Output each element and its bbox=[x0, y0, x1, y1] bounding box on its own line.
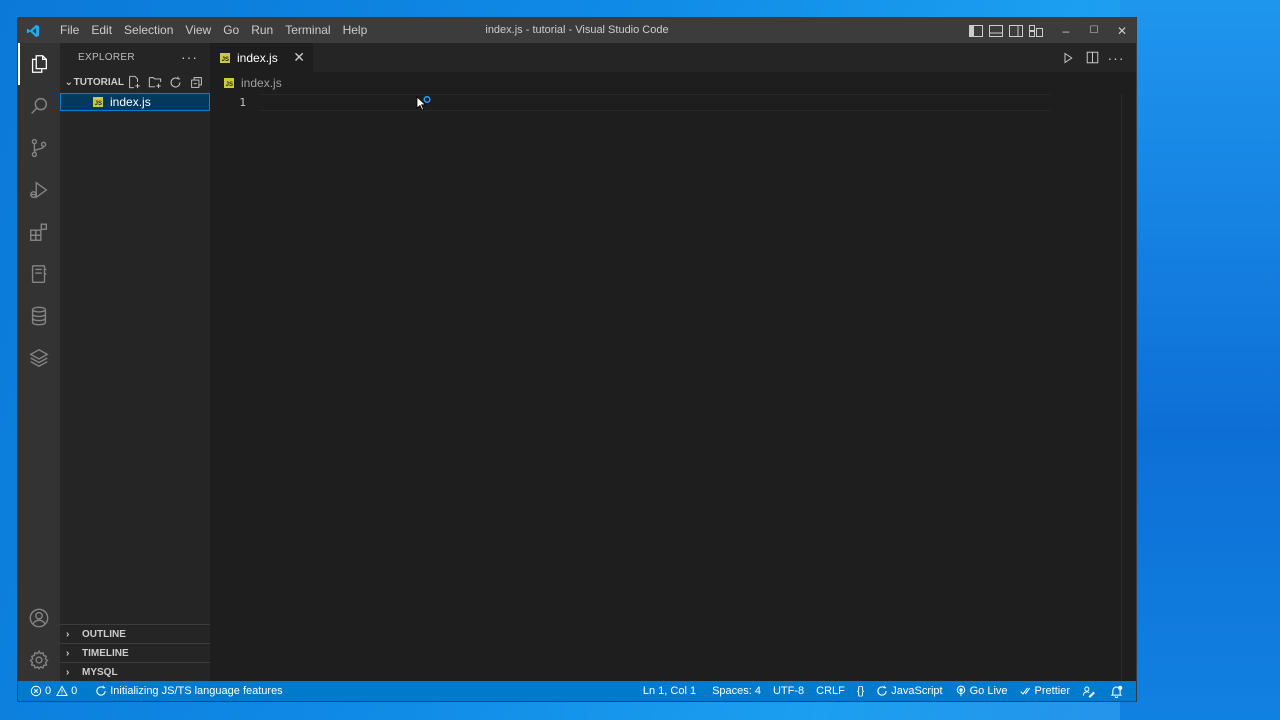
menu-run[interactable]: Run bbox=[245, 18, 279, 43]
explorer-header: EXPLORER ··· bbox=[60, 43, 210, 71]
menu-help[interactable]: Help bbox=[337, 18, 374, 43]
new-folder-icon[interactable] bbox=[145, 73, 164, 92]
chevron-right-icon: › bbox=[66, 666, 70, 678]
cursor-position[interactable]: Ln 1, Col 1 bbox=[637, 681, 702, 701]
desktop-background bbox=[1120, 0, 1280, 720]
vscode-logo-icon[interactable] bbox=[18, 18, 48, 43]
file-name: index.js bbox=[110, 95, 151, 109]
tab-label: index.js bbox=[237, 50, 278, 65]
js-file-icon: JS bbox=[220, 52, 230, 63]
js-file-icon: JS bbox=[93, 97, 103, 107]
menu-bar: File Edit Selection View Go Run Terminal… bbox=[54, 18, 373, 43]
breadcrumb-file[interactable]: index.js bbox=[241, 76, 282, 90]
minimize-button[interactable]: – bbox=[1052, 18, 1080, 43]
timeline-section[interactable]: › TIMELINE bbox=[60, 643, 210, 662]
customize-layout-icon[interactable] bbox=[1026, 18, 1046, 43]
menu-terminal[interactable]: Terminal bbox=[279, 18, 336, 43]
progress-text: Initializing JS/TS language features bbox=[110, 685, 283, 697]
menu-edit[interactable]: Edit bbox=[85, 18, 118, 43]
tab-bar: JS index.js ✕ ··· bbox=[210, 43, 1136, 72]
language-label: JavaScript bbox=[891, 685, 943, 697]
editor-group: JS index.js ✕ ··· JS index.js 1 bbox=[210, 43, 1136, 681]
chevron-right-icon: › bbox=[66, 647, 70, 659]
feedback-icon[interactable] bbox=[1076, 681, 1104, 701]
new-file-icon[interactable] bbox=[124, 73, 143, 92]
tab-index-js[interactable]: JS index.js ✕ bbox=[210, 43, 313, 72]
notifications-icon[interactable] bbox=[1104, 681, 1136, 701]
folder-tutorial[interactable]: ⌄ TUTORIAL bbox=[60, 71, 210, 93]
collapse-all-icon[interactable] bbox=[187, 73, 206, 92]
line-number: 1 bbox=[239, 96, 246, 109]
code-line: 1 bbox=[210, 94, 1136, 111]
mouse-cursor-busy-icon bbox=[416, 95, 432, 115]
search-icon[interactable] bbox=[18, 85, 60, 127]
status-bar: 0 0 Initializing JS/TS language features… bbox=[18, 681, 1136, 701]
vscode-window: File Edit Selection View Go Run Terminal… bbox=[17, 17, 1137, 702]
menu-selection[interactable]: Selection bbox=[118, 18, 179, 43]
mysql-label: MYSQL bbox=[82, 666, 118, 678]
run-code-icon[interactable] bbox=[1058, 48, 1078, 68]
file-tree-item[interactable]: JS index.js bbox=[60, 93, 210, 111]
explorer-sidebar: EXPLORER ··· ⌄ TUTORIAL JS index.js › OU… bbox=[60, 43, 210, 681]
toggle-primary-sidebar-icon[interactable] bbox=[966, 18, 986, 43]
outline-label: OUTLINE bbox=[82, 628, 126, 640]
refresh-icon[interactable] bbox=[166, 73, 185, 92]
settings-gear-icon[interactable] bbox=[18, 639, 60, 681]
line-ending[interactable]: CRLF bbox=[810, 681, 851, 701]
close-tab-icon[interactable]: ✕ bbox=[293, 49, 305, 66]
breadcrumb: JS index.js bbox=[210, 72, 1136, 94]
chevron-right-icon: › bbox=[66, 628, 70, 640]
warning-count: 0 bbox=[71, 685, 78, 697]
mysql-section[interactable]: › MYSQL bbox=[60, 662, 210, 681]
menu-go[interactable]: Go bbox=[217, 18, 245, 43]
run-debug-icon[interactable] bbox=[18, 169, 60, 211]
notebook-icon[interactable] bbox=[18, 253, 60, 295]
prettier-status[interactable]: Prettier bbox=[1014, 681, 1076, 701]
code-editor[interactable]: 1 bbox=[210, 94, 1136, 681]
database-icon[interactable] bbox=[18, 295, 60, 337]
sync-icon bbox=[877, 685, 887, 696]
encoding[interactable]: UTF-8 bbox=[767, 681, 810, 701]
menu-view[interactable]: View bbox=[179, 18, 217, 43]
menu-file[interactable]: File bbox=[54, 18, 85, 43]
explorer-title: EXPLORER bbox=[78, 51, 135, 63]
error-icon bbox=[30, 685, 42, 697]
maximize-button[interactable]: ☐ bbox=[1080, 18, 1108, 43]
title-bar: File Edit Selection View Go Run Terminal… bbox=[18, 18, 1136, 43]
language-mode[interactable]: JavaScript bbox=[870, 681, 948, 701]
prettier-label: Prettier bbox=[1034, 685, 1070, 697]
problems-indicator[interactable]: 0 0 bbox=[18, 681, 83, 701]
timeline-label: TIMELINE bbox=[82, 647, 129, 659]
sync-spinner-icon bbox=[96, 685, 106, 696]
source-control-icon[interactable] bbox=[18, 127, 60, 169]
outline-section[interactable]: › OUTLINE bbox=[60, 624, 210, 643]
account-icon[interactable] bbox=[18, 597, 60, 639]
language-status[interactable]: {} bbox=[851, 681, 870, 701]
indentation[interactable]: Spaces: 4 bbox=[706, 681, 767, 701]
activity-bar bbox=[18, 43, 60, 681]
explorer-icon[interactable] bbox=[18, 43, 60, 85]
js-file-icon: JS bbox=[224, 78, 234, 88]
error-count: 0 bbox=[45, 685, 52, 697]
extensions-icon[interactable] bbox=[18, 211, 60, 253]
more-actions-icon[interactable]: ··· bbox=[181, 49, 198, 65]
split-editor-icon[interactable] bbox=[1082, 48, 1102, 68]
go-live-label: Go Live bbox=[969, 685, 1008, 697]
warning-icon bbox=[56, 685, 69, 696]
language-progress[interactable]: Initializing JS/TS language features bbox=[89, 681, 288, 701]
more-actions-icon[interactable]: ··· bbox=[1106, 48, 1126, 68]
folder-name: TUTORIAL bbox=[73, 76, 124, 88]
toggle-panel-icon[interactable] bbox=[986, 18, 1006, 43]
chevron-down-icon: ⌄ bbox=[64, 76, 73, 88]
scrollbar[interactable] bbox=[1121, 94, 1122, 681]
broadcast-icon bbox=[956, 685, 965, 697]
toggle-secondary-sidebar-icon[interactable] bbox=[1006, 18, 1026, 43]
close-button[interactable]: ✕ bbox=[1108, 18, 1136, 43]
go-live-button[interactable]: Go Live bbox=[949, 681, 1014, 701]
layers-icon[interactable] bbox=[18, 337, 60, 379]
double-check-icon bbox=[1019, 687, 1030, 695]
